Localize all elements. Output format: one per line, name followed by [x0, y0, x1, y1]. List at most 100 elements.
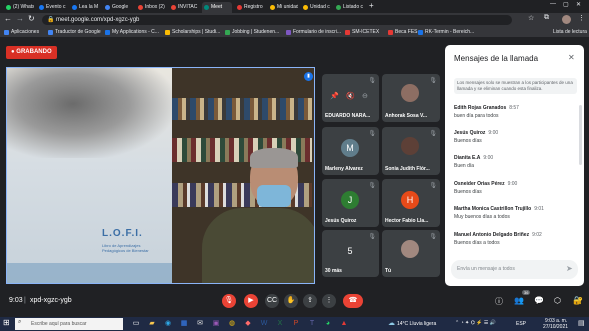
chat-message: Dianita E.A 9:00 Buen día [454, 155, 493, 169]
participant-avatar: M [341, 139, 359, 157]
weather-text[interactable]: 14°C Lluvia ligera [397, 321, 436, 327]
mic-off-button[interactable]: 🎙 [222, 294, 236, 308]
teams-icon[interactable]: T [306, 318, 318, 329]
chat-icon[interactable]: 💬 [534, 296, 544, 305]
bookmark-label: RK-Termin - Bereich... [425, 29, 475, 35]
word-icon[interactable]: W [258, 318, 270, 329]
tab-4[interactable]: Inbox (2) [136, 2, 166, 13]
clock-date[interactable]: 27/10/2021 [543, 324, 568, 330]
chat-input[interactable]: Envía un mensaje a todos ➤ [451, 260, 578, 279]
message-time: 9:00 [483, 155, 494, 161]
minimize-button[interactable]: — [550, 1, 556, 7]
bookmark-7[interactable]: Beca FES [388, 28, 418, 36]
language-indicator[interactable]: ESP [516, 321, 526, 327]
bookmark-2[interactable]: My Applications - C... [105, 28, 159, 36]
tab-0[interactable]: (2) Whats [4, 2, 34, 13]
taskbar-search[interactable]: ⌕ Escribe aquí para buscar [15, 318, 123, 330]
powerpoint-icon[interactable]: P [290, 318, 302, 329]
store-icon[interactable]: ▦ [178, 318, 190, 329]
bookmark-6[interactable]: SM-ICETEX [345, 28, 379, 36]
maximize-button[interactable]: ▢ [563, 1, 569, 8]
address-bar[interactable]: 🔒 meet.google.com/xpd-xgzc-ygb [42, 15, 512, 25]
window-controls: — ▢ ✕ [548, 1, 588, 11]
close-window-button[interactable]: ✕ [576, 1, 581, 8]
bookmark-icon [418, 30, 423, 35]
participant-tile[interactable]: 🎙 Anhorak Sosa V... [382, 74, 440, 122]
message-time: 8:57 [509, 105, 519, 111]
send-icon[interactable]: ➤ [566, 264, 573, 273]
photos-icon[interactable]: ◆ [242, 318, 254, 329]
mail-icon[interactable]: ✉ [194, 318, 206, 329]
acrobat-icon[interactable]: ▲ [338, 318, 350, 329]
raise-hand-button[interactable]: ✋ [284, 294, 298, 308]
excel-icon[interactable]: X [274, 318, 286, 329]
more-options-button[interactable]: ⋮ [322, 294, 336, 308]
notifications-icon[interactable]: ▤ [578, 319, 585, 327]
participant-tile[interactable]: 🎙 Sonia Judith Flór... [382, 127, 440, 175]
captions-button[interactable]: CC [265, 294, 279, 308]
chat-scrollbar[interactable] [579, 105, 582, 165]
onenote-icon[interactable]: ▣ [210, 318, 222, 329]
activities-icon[interactable]: ⬡ [554, 296, 561, 305]
tab-2[interactable]: Lea la M [70, 2, 100, 13]
close-chat-icon[interactable]: ✕ [568, 53, 575, 62]
leave-call-button[interactable]: ☎ [343, 294, 363, 308]
star-icon[interactable]: ☆ [528, 14, 534, 22]
reload-icon[interactable]: ↻ [28, 14, 35, 23]
remove-icon[interactable]: ⊖ [362, 92, 368, 100]
whatsapp-icon[interactable]: ◕ [322, 318, 334, 329]
bookmark-icon [345, 30, 350, 35]
bookmark-3[interactable]: Scholarships | Studi... [165, 28, 220, 36]
tray-icons[interactable]: ⌃ ◔ ✦ ⌬ ⚡ ☰ 🔊 [455, 320, 496, 326]
camera-off-button[interactable]: ▶ [244, 294, 258, 308]
tab-favicon-icon [237, 5, 242, 10]
back-icon[interactable]: ← [4, 14, 12, 23]
bookmark-0[interactable]: Aplicaciones [4, 28, 39, 36]
bookmark-label: Formulario de inscri... [293, 29, 342, 35]
tab-10[interactable]: Listado c [334, 2, 364, 13]
chrome-icon[interactable]: ◍ [226, 318, 238, 329]
bookmark-5[interactable]: Formulario de inscri... [286, 28, 341, 36]
tab-8[interactable]: Mi unidad [268, 2, 298, 13]
file-explorer-icon[interactable]: ▰ [146, 318, 158, 329]
participant-tile[interactable]: H 🎙 Hector Fabio Lla... [382, 179, 440, 227]
present-button[interactable]: ⇪ [303, 294, 317, 308]
bookmark-4[interactable]: Jobbing | Studenen... [225, 28, 279, 36]
bookmark-icon [388, 30, 393, 35]
tab-3[interactable]: Google [103, 2, 133, 13]
bookmark-icon [286, 30, 291, 35]
people-icon[interactable]: 👥 [514, 296, 524, 305]
edge-icon[interactable]: ◉ [162, 318, 174, 329]
lock-icon: 🔒 [47, 17, 55, 23]
windows-start-icon[interactable]: ⊞ [3, 318, 10, 327]
tab-label: (2) Whats [13, 4, 34, 10]
info-icon[interactable]: ⓘ [495, 296, 503, 307]
participant-tile[interactable]: 5 🎙 30 más [322, 230, 379, 277]
message-text: Buen día [454, 163, 475, 169]
extensions-icon[interactable]: ⧉ [544, 14, 549, 22]
forward-icon[interactable]: → [16, 14, 24, 23]
participant-tile[interactable]: M 🎙 Marleny Alvarez [322, 127, 379, 175]
new-tab-button[interactable]: + [369, 1, 374, 10]
recording-label: GRABANDO [16, 49, 52, 55]
participant-tile[interactable]: J 🎙 Jesús Quiroz [322, 179, 379, 227]
message-time: 9:02 [532, 232, 542, 238]
participant-tile[interactable]: 📌 🔇 ⊖ 🎙 EDUARDO NARA... [322, 74, 379, 122]
mute-icon[interactable]: 🔇 [346, 92, 355, 100]
tab-favicon-icon [336, 5, 341, 10]
pin-icon[interactable]: 📌 [330, 92, 339, 100]
bookmark-8[interactable]: RK-Termin - Bereich... [418, 28, 474, 36]
menu-icon[interactable]: ⋮ [578, 14, 585, 22]
tab-5[interactable]: INVITAC [169, 2, 199, 13]
tab-6[interactable]: Meet [202, 2, 232, 13]
profile-avatar[interactable] [562, 15, 571, 24]
task-view-icon[interactable]: ▭ [130, 318, 142, 329]
participant-tile[interactable]: 🎙 Tú [382, 230, 440, 277]
lock-host-icon[interactable]: 🔐 [573, 296, 583, 305]
tab-1[interactable]: Evento c [37, 2, 67, 13]
reading-list[interactable]: Lista de lectura [553, 28, 587, 36]
tab-7[interactable]: Registro [235, 2, 265, 13]
bookmark-1[interactable]: Traductor de Google [48, 28, 101, 36]
participant-name: Marleny Alvarez [325, 166, 363, 172]
tab-9[interactable]: Unidad c [301, 2, 331, 13]
